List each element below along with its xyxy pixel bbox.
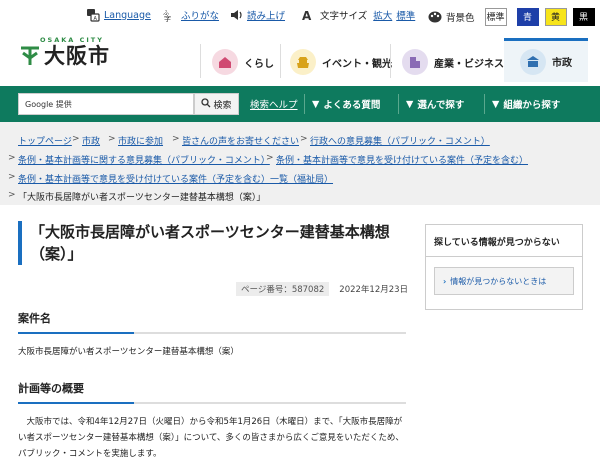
svg-text:字: 字 [164,14,171,22]
house-icon [212,49,238,75]
page-id: ページ番号：587082 [236,282,330,296]
chevron-down-icon: ▼ [492,98,500,110]
bg-standard-button[interactable]: 標準 [484,8,507,26]
furigana-link[interactable]: ふ字 ふりがな [163,8,219,22]
breadcrumb-link[interactable]: 行政への意見募集（パブリック・コメント） [310,134,490,147]
search-help-link[interactable]: 検索ヘルプ [250,97,298,111]
page-date: 2022年12月23日 [339,285,409,295]
bg-yellow-button[interactable]: 黄 [544,8,567,26]
nav-tab-city-government[interactable]: 市政 [504,38,588,82]
case-heading: 案件名 [18,310,406,334]
city-hall-icon [520,48,546,75]
site-logo[interactable]: 大阪市 [20,40,110,70]
chevron-right-icon: › [443,276,447,286]
nav-tab-living[interactable]: くらし [212,40,274,84]
read-aloud-link[interactable]: 読み上げ [229,8,285,22]
faq-menu[interactable]: ▼ よくある質問 [312,97,380,112]
font-size-control: A 文字サイズ 拡大 標準 [302,8,416,22]
not-found-heading: 探している情報が見つからない [426,225,582,257]
breadcrumb-link[interactable]: 市政に参加 [118,134,163,147]
svg-text:A: A [302,9,312,22]
site-header: 大阪市 OSAKA CITY くらし イベント・観光 産業・ビジネス 市政 [0,32,600,86]
search-icon [201,97,211,111]
not-found-box: 探している情報が見つからない › 情報が見つからないときは [425,224,583,310]
font-larger-link[interactable]: 拡大 [373,8,392,22]
bg-blue-button[interactable]: 青 [516,8,539,26]
furigana-icon: ふ字 [163,8,177,22]
breadcrumb-link[interactable]: 皆さんの声をお寄せください [182,134,299,147]
page-meta: ページ番号：587082 2022年12月23日 [236,282,408,296]
case-text: 大阪市長居障がい者スポーツセンター建替基本構想（案） [18,347,239,357]
background-color-control: 背景色 標準 青 黄 黒 [428,8,595,26]
breadcrumb-link[interactable]: トップページ [18,134,72,147]
plan-heading: 計画等の概要 [18,380,406,404]
nav-tab-events[interactable]: イベント・観光 [290,40,392,84]
nav-tab-business[interactable]: 産業・ビジネス [402,40,504,84]
not-found-button[interactable]: › 情報が見つからないときは [434,267,574,295]
chevron-down-icon: ▼ [312,98,320,110]
breadcrumb-link[interactable]: 条例・基本計画等で意見を受け付けている案件（予定を含む）一覧（福祉局） [18,172,333,185]
choose-menu[interactable]: ▼ 選んで探す [406,97,464,112]
chevron-down-icon: ▼ [406,98,414,110]
search-button[interactable]: 検索 [194,93,239,115]
language-link[interactable]: A Language [86,8,151,22]
org-menu[interactable]: ▼ 組織から探す [492,97,560,112]
building-icon [402,49,428,75]
utility-bar: A Language ふ字 ふりがな 読み上げ A 文字サイズ 拡大 標準 背景… [0,0,600,32]
main-navigation-bar: Google 提供 検索 検索ヘルプ ▼ よくある質問 ▼ 選んで探す ▼ 組織… [0,86,600,122]
speaker-icon [229,8,243,22]
svg-text:A: A [94,16,98,22]
font-standard-link[interactable]: 標準 [396,8,415,22]
breadcrumb-current: 「大阪市長居障がい者スポーツセンター建替基本構想（案）」 [18,193,266,203]
plan-text: 大阪市では、令和4年12月27日（火曜日）から令和5年1月26日（木曜日）まで、… [18,417,404,459]
breadcrumb: トップページ > 市政 > 市政に参加 > 皆さんの声をお寄せください > 行政… [0,122,600,205]
breadcrumb-link[interactable]: 市政 [82,134,100,147]
city-emblem-icon [20,44,40,66]
breadcrumb-link[interactable]: 条例・基本計画等で意見を受け付けている案件（予定を含む） [276,153,528,166]
page-title: 「大阪市長居障がい者スポーツセンター建替基本構想 （案）」 [18,221,406,265]
language-icon: A [86,8,100,22]
search-input[interactable]: Google 提供 [18,93,194,115]
bg-black-button[interactable]: 黒 [572,8,595,26]
palette-icon [428,10,442,24]
font-size-icon: A [302,8,316,22]
castle-icon [290,49,316,75]
breadcrumb-link[interactable]: 条例・基本計画等に関する意見募集（パブリック・コメント） [18,153,270,166]
